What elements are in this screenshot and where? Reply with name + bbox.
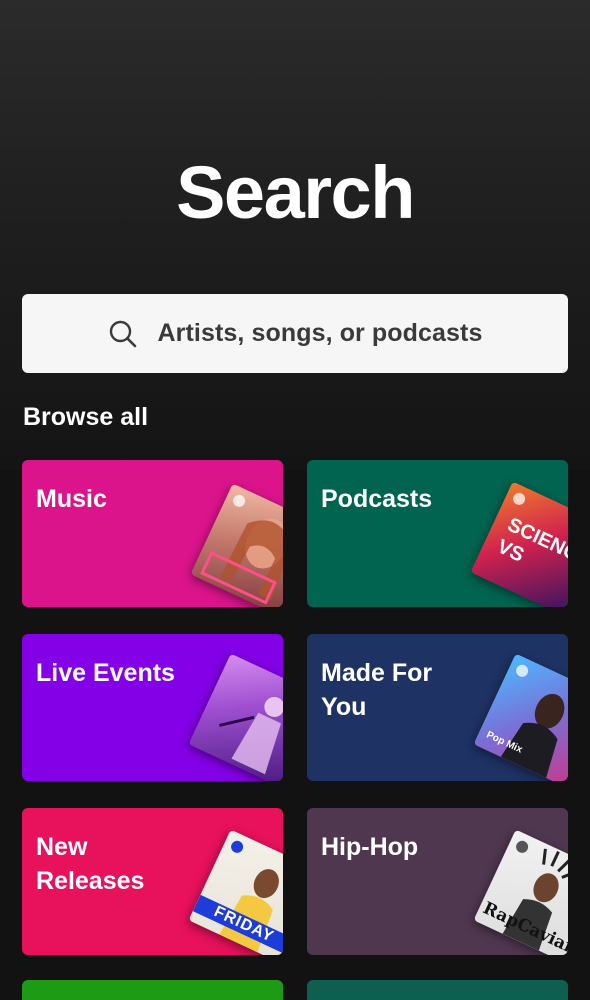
category-tile-new-releases[interactable]: New Releases FRIDAY [22, 808, 283, 955]
category-tile-partial-right[interactable] [307, 980, 568, 1000]
artwork-badge [511, 490, 528, 507]
category-label: Music [36, 485, 107, 513]
category-tile-hip-hop[interactable]: Hip-Hop RapCaviar [307, 808, 568, 955]
browse-all-heading: Browse all [23, 403, 149, 431]
category-tile-partial-left[interactable] [22, 980, 283, 1000]
category-artwork: FRIDAY [188, 829, 283, 955]
category-artwork [188, 653, 283, 781]
category-artwork: Pop Mix [473, 653, 568, 781]
search-input[interactable]: Artists, songs, or podcasts [22, 294, 568, 373]
search-placeholder: Artists, songs, or podcasts [157, 319, 483, 347]
category-label: Made For You [321, 659, 433, 721]
page-title: Search [176, 151, 415, 234]
category-artwork [190, 483, 283, 607]
browse-grid: Music Podcasts SCIENCE VS Live Events Ma… [22, 460, 568, 955]
category-tile-made-for-you[interactable]: Made For You Pop Mix [307, 634, 568, 781]
category-tile-music[interactable]: Music [22, 460, 283, 607]
artwork-text: SCIENCE VS [493, 513, 568, 572]
category-label: Hip-Hop [321, 833, 419, 861]
header-background [0, 0, 590, 470]
category-label: Podcasts [321, 485, 433, 513]
category-artwork: SCIENCE VS [470, 481, 568, 607]
category-tile-live-events[interactable]: Live Events [22, 634, 283, 781]
search-icon [108, 319, 138, 349]
category-tile-podcasts[interactable]: Podcasts SCIENCE VS [307, 460, 568, 607]
category-label: New Releases [36, 833, 145, 895]
category-artwork: RapCaviar [473, 829, 568, 955]
category-label: Live Events [36, 659, 175, 687]
